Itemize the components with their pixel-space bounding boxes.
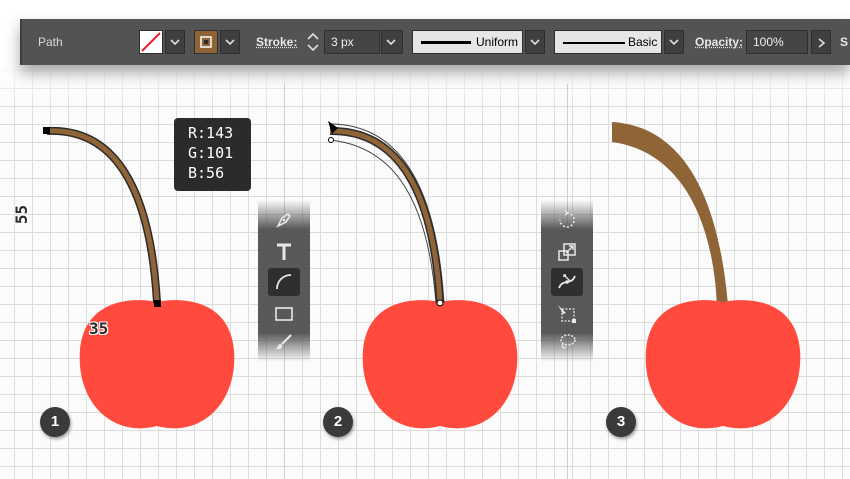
chevron-down-icon <box>225 39 235 46</box>
chevron-down-icon <box>530 39 540 46</box>
profile-dropdown-button[interactable] <box>525 30 545 54</box>
fill-swatch[interactable] <box>139 30 163 54</box>
profile-label: Uniform <box>476 35 519 49</box>
scale-tool-icon <box>558 243 576 261</box>
opacity-input[interactable]: 100% <box>746 30 808 54</box>
style-label-truncated[interactable]: S <box>840 35 848 49</box>
rectangle-tool-icon <box>275 307 293 321</box>
step-badge-1: 1 <box>40 407 70 437</box>
selection-type-label: Path <box>38 35 63 49</box>
stroke-dropdown-button[interactable] <box>220 30 240 54</box>
chevron-up-icon <box>307 32 319 40</box>
type-tool-icon <box>277 243 291 260</box>
tool-strip-drawing <box>258 200 310 362</box>
cherry-body <box>362 300 518 429</box>
cherry-step-3[interactable] <box>612 122 801 429</box>
no-fill-icon <box>141 32 161 52</box>
free-transform-tool-icon <box>558 305 576 323</box>
anchor-point-end <box>436 299 444 307</box>
variable-width-profile-select[interactable]: Uniform <box>412 30 523 54</box>
brush-definition-select[interactable]: Basic <box>554 30 662 54</box>
color-value-tooltip: R:143 G:101 B:56 <box>174 118 251 191</box>
stem-shape <box>612 122 728 305</box>
stem-offset-label: 35 <box>89 319 109 338</box>
lasso-tool-icon <box>560 334 576 349</box>
opacity-expand-button[interactable] <box>811 30 831 54</box>
pen-tool-icon <box>276 212 292 228</box>
scale-tool-button[interactable] <box>551 238 583 266</box>
width-tool-button[interactable] <box>551 268 583 296</box>
cherry-step-2[interactable] <box>328 121 518 429</box>
opacity-label[interactable]: Opacity: <box>695 35 743 49</box>
stroke-label[interactable]: Stroke: <box>256 35 297 49</box>
rotate-tool-button[interactable] <box>551 206 583 234</box>
type-tool-button[interactable] <box>268 238 300 266</box>
rotate-tool-icon <box>559 210 575 228</box>
red-value: R:143 <box>188 124 234 142</box>
stem-outline <box>329 126 444 304</box>
brush-dropdown-button[interactable] <box>664 30 684 54</box>
step-badge-3: 3 <box>606 407 636 437</box>
tool-strip-transform <box>541 200 593 362</box>
chevron-down-icon <box>669 39 679 46</box>
pen-tool-button[interactable] <box>268 206 300 234</box>
anchor-point-end <box>154 300 161 307</box>
width-tool-icon <box>558 274 576 289</box>
stroke-weight-dropdown[interactable] <box>381 30 403 54</box>
green-value: G:101 <box>188 144 234 162</box>
stroke-weight-input[interactable]: 3 px <box>324 30 380 54</box>
paintbrush-tool-icon <box>276 334 292 350</box>
width-outline-inner <box>329 139 437 304</box>
blue-value: B:56 <box>188 164 225 182</box>
chevron-right-icon <box>818 38 826 48</box>
control-bar-grip[interactable] <box>20 19 22 65</box>
chevron-down-icon <box>307 44 319 52</box>
cherry-body <box>645 300 801 429</box>
paintbrush-tool-button[interactable] <box>268 328 300 356</box>
lasso-tool-button[interactable] <box>551 328 583 356</box>
anchor-point-start <box>43 127 50 134</box>
fill-dropdown-button[interactable] <box>165 30 185 54</box>
step-badge-2: 2 <box>323 407 353 437</box>
free-transform-tool-button[interactable] <box>551 300 583 328</box>
stem-height-label: 55 <box>12 204 32 225</box>
basic-brush-preview <box>563 42 625 44</box>
stroke-swatch[interactable] <box>194 30 218 54</box>
stroke-box-icon <box>200 36 212 48</box>
chevron-down-icon <box>170 39 180 46</box>
rectangle-tool-button[interactable] <box>268 300 300 328</box>
width-point <box>328 137 334 143</box>
chevron-down-icon <box>386 39 396 46</box>
stroke-weight-stepper[interactable] <box>304 30 322 54</box>
uniform-profile-preview <box>421 41 471 44</box>
brush-label: Basic <box>628 35 658 49</box>
arc-tool-button[interactable] <box>268 268 300 296</box>
stem-outline <box>46 126 161 304</box>
canvas-artwork <box>43 121 801 429</box>
control-bar: Path Stroke: 3 px Uniform Basic Opacity:… <box>20 19 850 65</box>
arc-tool-icon <box>276 274 292 290</box>
